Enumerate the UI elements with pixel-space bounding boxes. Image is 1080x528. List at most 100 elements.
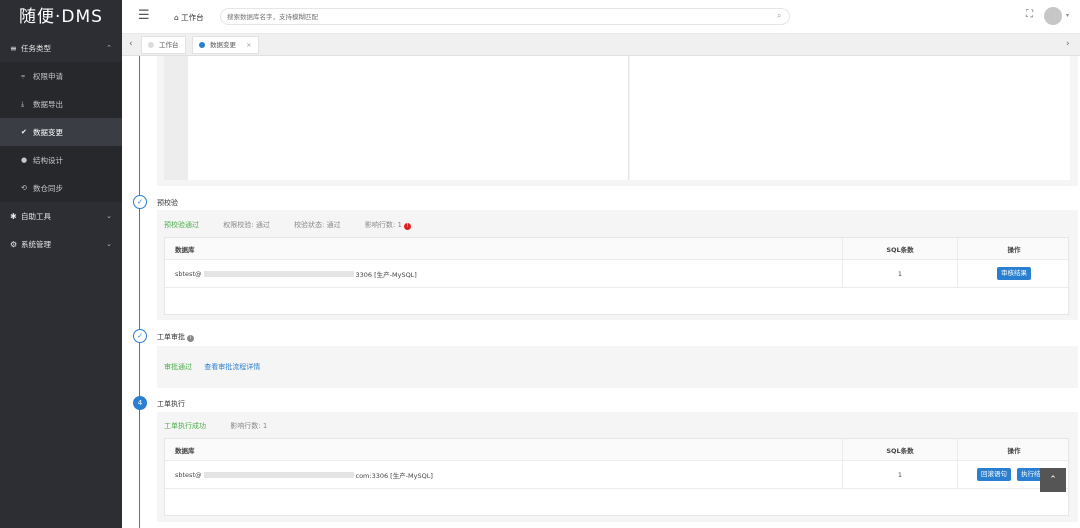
table-row: sbtest@ 3306 [生产-MySQL] 1 审核结果 — [165, 260, 1068, 288]
tab-data-change[interactable]: 数据变更 × — [192, 36, 259, 54]
precheck-status-line: 预校验通过 权限校验: 通过 校验状态: 通过 影响行数: 1 ! — [164, 220, 412, 230]
sql-editor-panel — [157, 56, 1078, 186]
affected-rows-value: 1 — [262, 422, 268, 430]
step-check-icon: ✓ — [133, 195, 147, 209]
chevron-down-icon: ⌄ — [106, 212, 112, 220]
sync-icon: ⟲ — [21, 184, 27, 192]
editor-gutter — [164, 56, 188, 180]
sidebar-item-label: 数仓同步 — [33, 183, 63, 193]
search-icon[interactable]: ⌕ — [777, 11, 781, 21]
approval-panel: 审批通过 查看审批流程详情 — [157, 346, 1078, 388]
sidebar: 随便·DMS ≡ 任务类型 ⌃ ⩦ 权限申请 ⤓ 数据导出 ✔ 数据变更 ● 结… — [0, 0, 122, 528]
breadcrumb-home-label: 工作台 — [181, 13, 204, 22]
step-title-execute: 工单执行 — [157, 400, 185, 408]
menu-group-system[interactable]: ⚙ 系统管理 ⌄ — [0, 230, 122, 258]
sidebar-item-permission[interactable]: ⩦ 权限申请 — [0, 62, 122, 90]
menu-toggle-icon[interactable]: ☰ — [138, 8, 150, 23]
sidebar-item-data-change[interactable]: ✔ 数据变更 — [0, 118, 122, 146]
app-logo: 随便·DMS — [19, 7, 103, 27]
check-status-label: 校验状态: — [294, 221, 325, 229]
rollback-statement-button[interactable]: 回滚语句 — [977, 468, 1011, 481]
approval-status: 审批通过 — [164, 363, 192, 371]
approval-details-link[interactable]: 查看审批流程详情 — [204, 363, 260, 371]
col-header-db: 数据库 — [175, 245, 195, 254]
avatar[interactable] — [1044, 7, 1062, 25]
menu-group-label: 系统管理 — [21, 239, 51, 249]
affected-rows-label: 影响行数: — [230, 422, 261, 430]
db-cell: sbtest@ com:3306 [生产-MySQL] — [175, 461, 433, 488]
affected-rows-label: 影响行数: — [364, 221, 396, 229]
perm-check-label: 权限校验: — [223, 221, 254, 229]
sidebar-item-label: 数据变更 — [33, 127, 63, 137]
sidebar-item-label: 权限申请 — [33, 71, 63, 81]
search-input[interactable] — [220, 8, 790, 25]
tab-workbench[interactable]: 工作台 — [141, 36, 186, 54]
chevron-up-icon: ⌃ — [1049, 475, 1057, 485]
table-header: 数据库 SQL条数 操作 — [165, 439, 1068, 461]
col-header-db: 数据库 — [175, 446, 195, 455]
tab-scroll-left-icon[interactable]: ‹ — [129, 39, 133, 49]
chevron-up-icon: ⌃ — [106, 44, 112, 52]
db-name-suffix: 3306 [生产-MySQL] — [355, 270, 417, 279]
sql-count-cell: 1 — [842, 260, 957, 287]
sql-preview — [630, 56, 1070, 180]
menu-group-label: 任务类型 — [21, 43, 51, 53]
sql-count-cell: 1 — [842, 461, 957, 488]
step-timeline-line — [139, 56, 140, 528]
info-icon[interactable]: i — [187, 335, 195, 342]
tab-label: 工作台 — [159, 41, 179, 49]
tab-dot-icon — [148, 42, 154, 48]
sidebar-item-export[interactable]: ⤓ 数据导出 — [0, 90, 122, 118]
wrench-icon: ✱ — [10, 211, 17, 221]
step-title-approval: 工单审批 i — [157, 332, 195, 342]
precheck-table: 数据库 SQL条数 操作 sbtest@ 3306 [生产-MySQL] 1 审核… — [164, 237, 1069, 315]
perm-check-value: 通过 — [255, 221, 270, 229]
menu-group-self-service[interactable]: ✱ 自助工具 ⌄ — [0, 202, 122, 230]
sidebar-item-label: 结构设计 — [33, 155, 63, 165]
execute-panel: 工单执行成功 影响行数: 1 数据库 SQL条数 操作 sbtest@ com:3… — [157, 412, 1078, 522]
redacted-host — [203, 270, 354, 277]
step-title-approval-label: 工单审批 — [157, 333, 185, 341]
col-header-action: 操作 — [957, 439, 1070, 460]
close-icon[interactable]: × — [246, 41, 251, 49]
sql-editor[interactable] — [188, 56, 629, 180]
sidebar-item-sync[interactable]: ⟲ 数仓同步 — [0, 174, 122, 202]
execute-status: 工单执行成功 — [164, 422, 206, 430]
check-circle-icon: ✔ — [21, 128, 27, 136]
tab-scroll-right-icon[interactable]: › — [1066, 39, 1070, 49]
review-result-button[interactable]: 审核结果 — [997, 267, 1031, 280]
back-to-top-button[interactable]: ⌃ — [1040, 468, 1066, 492]
col-header-sql-count: SQL条数 — [842, 439, 957, 460]
chevron-down-icon: ⌄ — [106, 240, 112, 248]
step-number-badge: 4 — [133, 396, 147, 410]
db-name-suffix: com:3306 [生产-MySQL] — [355, 471, 433, 480]
db-name-prefix: sbtest@ — [175, 269, 202, 278]
home-icon: ⌂ — [174, 13, 179, 22]
tab-dot-icon — [199, 42, 205, 48]
step-title-precheck: 预校验 — [157, 199, 178, 207]
circle-icon: ● — [21, 156, 28, 164]
fullscreen-icon[interactable]: ⛶ — [1026, 9, 1033, 20]
db-cell: sbtest@ 3306 [生产-MySQL] — [175, 260, 417, 287]
table-row: sbtest@ com:3306 [生产-MySQL] 1 回滚语句 执行结果 — [165, 461, 1068, 489]
tab-label: 数据变更 — [210, 41, 236, 49]
menu-group-label: 自助工具 — [21, 211, 51, 221]
topbar: ☰ ⌂ 工作台 ⌕ ⛶ ▾ — [122, 0, 1080, 34]
warning-icon[interactable]: ! — [404, 223, 412, 230]
col-header-sql-count: SQL条数 — [842, 238, 957, 259]
main-content: ✓ 预校验 预校验通过 权限校验: 通过 校验状态: 通过 影响行数: 1 ! … — [122, 56, 1080, 528]
breadcrumb-home[interactable]: ⌂ 工作台 — [174, 12, 204, 23]
execute-table: 数据库 SQL条数 操作 sbtest@ com:3306 [生产-MySQL] … — [164, 438, 1069, 516]
db-name-prefix: sbtest@ — [175, 470, 202, 479]
filter-icon: ⩦ — [21, 71, 26, 80]
chevron-down-icon[interactable]: ▾ — [1066, 12, 1069, 19]
sidebar-item-structure[interactable]: ● 结构设计 — [0, 146, 122, 174]
approval-status-line: 审批通过 查看审批流程详情 — [164, 362, 260, 372]
download-icon: ⤓ — [21, 99, 25, 108]
table-header: 数据库 SQL条数 操作 — [165, 238, 1068, 260]
gear-icon: ⚙ — [10, 239, 18, 249]
precheck-panel: 预校验通过 权限校验: 通过 校验状态: 通过 影响行数: 1 ! 数据库 SQ… — [157, 210, 1078, 320]
action-cell: 审核结果 — [957, 260, 1070, 287]
menu-group-task-types[interactable]: ≡ 任务类型 ⌃ — [0, 34, 122, 62]
step-check-icon: ✓ — [133, 329, 147, 343]
